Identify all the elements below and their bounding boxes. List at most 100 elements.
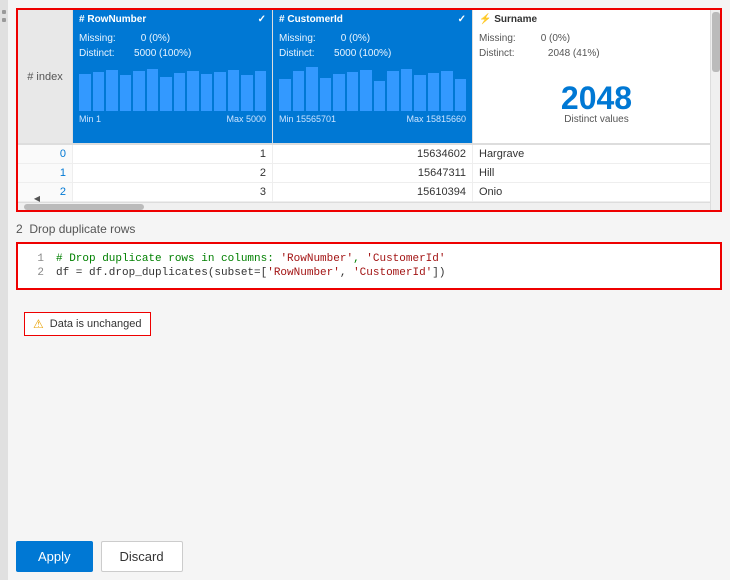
hist-bar	[374, 81, 386, 111]
step-section: 2 Drop duplicate rows	[16, 222, 722, 242]
hist-bar	[428, 73, 440, 111]
hist-bar	[228, 70, 240, 111]
hist-bar	[174, 73, 186, 111]
surname-header-top: ⚡ Surname	[473, 10, 720, 29]
index-column-header: # index	[18, 10, 73, 143]
rownumber-distinct: Distinct: 5000 (100%)	[79, 46, 266, 61]
content-area: # index # RowNumber ✓ Missing: 0 (0%) Di…	[8, 0, 730, 580]
rownumber-missing: Missing: 0 (0%)	[79, 31, 266, 46]
hist-bar	[187, 71, 199, 111]
code-line-2: 2 df = df.drop_duplicates(subset=['RowNu…	[18, 266, 720, 280]
cell-customerid-2: 15610394	[273, 183, 473, 201]
hist-bar	[241, 75, 253, 111]
hist-bar	[306, 67, 318, 111]
surname-column-header[interactable]: ⚡ Surname Missing: 0 (0%) Distinct: 2048…	[473, 10, 720, 143]
status-text: Data is unchanged	[50, 318, 142, 330]
rownumber-hash-icon: # RowNumber	[79, 14, 146, 25]
table-row: 2 3 15610394 Onio	[18, 183, 720, 202]
line-number-2: 2	[26, 267, 44, 279]
hist-bar	[93, 72, 105, 111]
hist-bar	[347, 72, 359, 111]
customerid-missing: Missing: 0 (0%)	[279, 31, 466, 46]
hist-bar	[147, 69, 159, 111]
surname-distinct-display: 2048 Distinct values	[473, 63, 720, 143]
cell-index-2: 2	[18, 183, 73, 201]
hist-bar	[255, 71, 267, 111]
hist-bar	[133, 71, 145, 111]
left-tick-1	[2, 10, 6, 14]
hist-bar	[160, 77, 172, 112]
table-vertical-scrollbar[interactable]	[710, 10, 720, 210]
left-tick-2	[2, 18, 6, 22]
surname-distinct-number: 2048	[561, 82, 632, 114]
cell-surname-2: Onio	[473, 183, 633, 201]
rownumber-minmax: Min 1 Max 5000	[73, 113, 272, 128]
step-number: 2	[16, 222, 23, 236]
code-line-1: 1 # Drop duplicate rows in columns: 'Row…	[18, 252, 720, 266]
hist-bar	[293, 71, 305, 111]
hist-bar	[360, 70, 372, 111]
surname-label: Surname	[494, 14, 537, 25]
customerid-header-top: # CustomerId ✓	[273, 10, 472, 29]
customerid-check-icon: ✓	[458, 14, 466, 25]
hist-bar	[455, 79, 467, 111]
customerid-hash-icon: # CustomerId	[279, 14, 343, 25]
cell-customerid-1: 15647311	[273, 164, 473, 182]
rownumber-header-top: # RowNumber ✓	[73, 10, 272, 29]
rownumber-histogram	[73, 63, 272, 113]
table-horizontal-scrollbar[interactable]: ◀ ▶	[18, 202, 720, 210]
hist-bar	[320, 78, 332, 111]
apply-button[interactable]: Apply	[16, 541, 93, 572]
rownumber-column-header[interactable]: # RowNumber ✓ Missing: 0 (0%) Distinct: …	[73, 10, 273, 143]
hist-bar	[79, 74, 91, 111]
customerid-min: Min 15565701	[279, 114, 336, 124]
customerid-max: Max 15815660	[406, 114, 466, 124]
rownumber-max: Max 5000	[226, 114, 266, 124]
left-bar	[0, 0, 8, 580]
surname-distinct-label: Distinct values	[564, 114, 628, 125]
discard-button[interactable]: Discard	[101, 541, 183, 572]
hist-bar	[279, 79, 291, 111]
customerid-histogram	[273, 63, 472, 113]
hist-bar	[414, 75, 426, 111]
data-preview-table: # index # RowNumber ✓ Missing: 0 (0%) Di…	[16, 8, 722, 212]
column-headers: # index # RowNumber ✓ Missing: 0 (0%) Di…	[18, 10, 720, 144]
customerid-column-header[interactable]: # CustomerId ✓ Missing: 0 (0%) Distinct:…	[273, 10, 473, 143]
surname-missing: Missing: 0 (0%)	[479, 31, 714, 46]
hist-bar	[120, 75, 132, 111]
cell-index-1: 1	[18, 164, 73, 182]
scroll-left-arrow[interactable]: ◀	[32, 194, 42, 202]
code-block: 1 # Drop duplicate rows in columns: 'Row…	[16, 242, 722, 290]
table-row: 1 2 15647311 Hill	[18, 164, 720, 183]
rownumber-stats: Missing: 0 (0%) Distinct: 5000 (100%)	[73, 29, 272, 63]
data-rows: 0 1 15634602 Hargrave 1 2 15647311 Hill …	[18, 144, 720, 202]
outer-wrapper: # index # RowNumber ✓ Missing: 0 (0%) Di…	[0, 0, 730, 580]
surname-distinct: Distinct: 2048 (41%)	[479, 46, 714, 61]
cell-rownumber-2: 3	[73, 183, 273, 201]
index-header-label: # index	[27, 71, 62, 83]
table-row: 0 1 15634602 Hargrave	[18, 145, 720, 164]
customerid-distinct: Distinct: 5000 (100%)	[279, 46, 466, 61]
vscroll-thumb[interactable]	[712, 12, 720, 72]
status-bar: ⚠ Data is unchanged	[24, 312, 151, 336]
code-content-2: df = df.drop_duplicates(subset=['RowNumb…	[56, 267, 445, 279]
surname-stats: Missing: 0 (0%) Distinct: 2048 (41%)	[473, 29, 720, 63]
action-bar: Apply Discard	[8, 533, 730, 580]
step-label: 2 Drop duplicate rows	[16, 222, 722, 236]
hist-bar	[387, 71, 399, 111]
cell-rownumber-0: 1	[73, 145, 273, 163]
rownumber-label: RowNumber	[87, 14, 146, 25]
step-description: Drop duplicate rows	[29, 222, 135, 236]
scrollbar-thumb[interactable]	[24, 204, 144, 210]
customerid-stats: Missing: 0 (0%) Distinct: 5000 (100%)	[273, 29, 472, 63]
hist-bar	[441, 71, 453, 111]
cell-surname-1: Hill	[473, 164, 633, 182]
customerid-label: CustomerId	[287, 14, 343, 25]
cell-customerid-0: 15634602	[273, 145, 473, 163]
hist-bar	[333, 74, 345, 111]
main-container: # index # RowNumber ✓ Missing: 0 (0%) Di…	[0, 0, 730, 580]
code-content-1: # Drop duplicate rows in columns: 'RowNu…	[56, 253, 445, 265]
cell-rownumber-1: 2	[73, 164, 273, 182]
status-section: ⚠ Data is unchanged	[16, 300, 722, 344]
surname-icon: ⚡ Surname	[479, 14, 537, 25]
